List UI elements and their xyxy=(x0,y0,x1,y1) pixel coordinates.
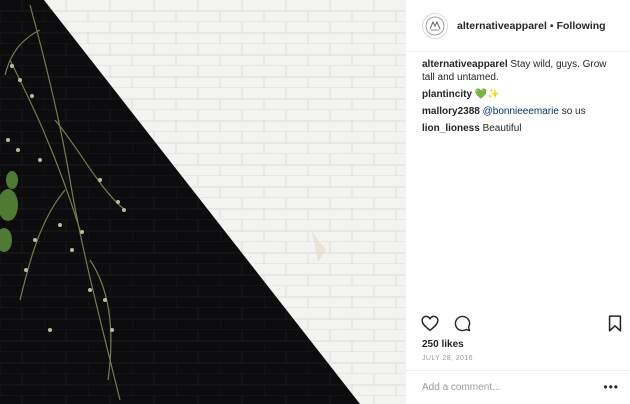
action-bar xyxy=(420,313,625,335)
more-options-button[interactable]: ••• xyxy=(603,381,619,393)
comment-caption: alternativeapparel Stay wild, guys. Grow… xyxy=(422,58,622,84)
bookmark-icon xyxy=(608,314,622,332)
photo-graphic xyxy=(0,0,405,404)
header-text: alternativeapparel • Following xyxy=(457,20,606,32)
comment-text: so us xyxy=(558,106,586,117)
comment-text: Beautiful xyxy=(482,123,522,134)
comment-mention[interactable]: @bonnieeemarie xyxy=(483,106,559,117)
comment-username[interactable]: mallory2388 xyxy=(422,106,480,117)
instagram-post: alternativeapparel • Following alternative… xyxy=(0,0,630,404)
comment-item: lion_lioness Beautiful xyxy=(422,122,622,135)
add-comment-input[interactable] xyxy=(422,382,592,393)
comment-username[interactable]: lion_lioness xyxy=(422,123,480,134)
post-side-panel: alternativeapparel • Following alternative… xyxy=(405,0,630,404)
comments-list: alternativeapparel Stay wild, guys. Grow… xyxy=(422,58,622,139)
comment-button[interactable] xyxy=(452,313,472,333)
green-heart-sparkle-emoji: 💚✨ xyxy=(474,89,500,100)
post-header: alternativeapparel • Following xyxy=(406,0,630,52)
post-photo[interactable] xyxy=(0,0,405,404)
add-comment-bar: ••• xyxy=(406,370,630,404)
comment-username[interactable]: alternativeapparel xyxy=(422,59,508,70)
following-button[interactable]: Following xyxy=(557,20,606,32)
header-separator: • xyxy=(549,19,554,32)
avatar[interactable] xyxy=(422,12,448,39)
like-button[interactable] xyxy=(420,313,440,333)
brand-logo-icon xyxy=(425,16,445,35)
comment-icon xyxy=(454,315,470,331)
header-username[interactable]: alternativeapparel xyxy=(457,20,547,32)
post-date: JULY 28, 2016 xyxy=(422,355,473,362)
comment-item: mallory2388 @bonnieeemarie so us xyxy=(422,105,622,118)
heart-icon xyxy=(421,315,439,331)
comment-username[interactable]: plantincity xyxy=(422,89,472,100)
likes-count[interactable]: 250 likes xyxy=(422,339,464,350)
comment-item: plantincity 💚✨ xyxy=(422,88,622,101)
save-button[interactable] xyxy=(605,313,625,333)
